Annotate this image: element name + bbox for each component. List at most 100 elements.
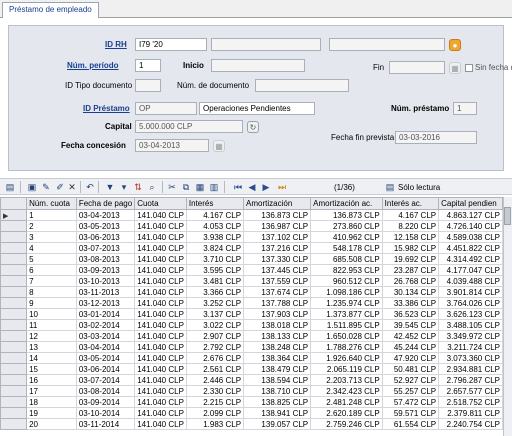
search-icon[interactable]: ● <box>449 39 461 51</box>
table-cell[interactable]: 47.920 CLP <box>381 352 440 364</box>
table-cell[interactable]: 52.927 CLP <box>381 374 440 386</box>
table-cell[interactable]: 4.451.822 CLP <box>438 242 503 254</box>
table-row[interactable]: 15 03-06-2014 141.040 CLP 2.561 CLP 138.479 … <box>0 363 503 375</box>
table-cell[interactable]: 2.379.811 CLP <box>438 407 503 419</box>
column-header[interactable]: Cuota <box>134 197 187 210</box>
table-cell[interactable]: 960.512 CLP <box>310 275 383 287</box>
num-periodo-label[interactable]: Núm. período <box>67 61 119 70</box>
table-cell[interactable]: 03-10-2014 <box>75 407 136 419</box>
table-cell[interactable]: 3.366 CLP <box>185 286 245 298</box>
table-cell[interactable]: 137.330 CLP <box>243 253 312 265</box>
table-cell[interactable]: 141.040 CLP <box>134 242 187 254</box>
table-row[interactable]: 13 03-04-2014 141.040 CLP 2.792 CLP 138.248 … <box>0 341 503 353</box>
table-cell[interactable]: 03-05-2014 <box>75 352 136 364</box>
table-row[interactable]: 9 03-12-2013 141.040 CLP 3.252 CLP 137.788 C… <box>0 297 503 309</box>
cut-icon[interactable]: ✂ <box>166 181 178 193</box>
table-cell[interactable]: 136.873 CLP <box>243 209 312 221</box>
table-cell[interactable]: 23.287 CLP <box>381 264 440 276</box>
table-cell[interactable]: 03-08-2013 <box>75 253 136 265</box>
row-indicator[interactable] <box>0 374 28 386</box>
row-indicator[interactable] <box>0 275 28 287</box>
table-cell[interactable]: 03-05-2013 <box>75 220 136 232</box>
table-row[interactable]: 8 03-11-2013 141.040 CLP 3.366 CLP 137.674 C… <box>0 286 503 298</box>
table-row[interactable]: 19 03-10-2014 141.040 CLP 2.099 CLP 138.941 … <box>0 407 503 419</box>
fecha-concesion-field[interactable]: 03-04-2013 <box>135 139 209 152</box>
table-cell[interactable]: 137.788 CLP <box>243 297 312 309</box>
table-cell[interactable]: 137.445 CLP <box>243 264 312 276</box>
table-cell[interactable]: 141.040 CLP <box>134 220 187 232</box>
table-cell[interactable]: 3.710 CLP <box>185 253 245 265</box>
table-row[interactable]: 7 03-10-2013 141.040 CLP 3.481 CLP 137.559 C… <box>0 275 503 287</box>
edit-row-icon[interactable]: ✐ <box>54 181 66 193</box>
table-cell[interactable]: 7 <box>26 275 77 287</box>
table-cell[interactable]: 03-10-2013 <box>75 275 136 287</box>
table-cell[interactable]: 03-04-2014 <box>75 341 136 353</box>
last-record-icon[interactable]: ⏭ <box>276 181 288 193</box>
table-cell[interactable]: 141.040 CLP <box>134 352 187 364</box>
undo-icon[interactable]: ↶ <box>84 181 96 193</box>
table-cell[interactable]: 273.860 CLP <box>310 220 383 232</box>
table-cell[interactable]: 19 <box>26 407 77 419</box>
first-record-icon[interactable]: ⏮ <box>232 181 244 193</box>
table-cell[interactable]: 141.040 CLP <box>134 209 187 221</box>
table-cell[interactable]: 57.472 CLP <box>381 396 440 408</box>
table-cell[interactable]: 2.561 CLP <box>185 363 245 375</box>
table-cell[interactable]: 14 <box>26 352 77 364</box>
table-cell[interactable]: 1.511.895 CLP <box>310 319 383 331</box>
table-cell[interactable]: 3.764.026 CLP <box>438 297 503 309</box>
table-cell[interactable]: 3.349.972 CLP <box>438 330 503 342</box>
table-cell[interactable]: 141.040 CLP <box>134 363 187 375</box>
column-header[interactable]: Interés ac. <box>381 197 440 210</box>
table-row[interactable]: 14 03-05-2014 141.040 CLP 2.676 CLP 138.364 … <box>0 352 503 364</box>
table-cell[interactable]: 03-03-2014 <box>75 330 136 342</box>
table-cell[interactable]: 1 <box>26 209 77 221</box>
table-cell[interactable]: 42.452 CLP <box>381 330 440 342</box>
id-rh-name-field[interactable] <box>211 38 321 51</box>
table-cell[interactable]: 3.488.105 CLP <box>438 319 503 331</box>
table-cell[interactable]: 2.203.713 CLP <box>310 374 383 386</box>
table-cell[interactable]: 1.788.276 CLP <box>310 341 383 353</box>
table-cell[interactable]: 138.479 CLP <box>243 363 312 375</box>
table-cell[interactable]: 2.215 CLP <box>185 396 245 408</box>
table-cell[interactable]: 3.595 CLP <box>185 264 245 276</box>
table-cell[interactable]: 45.244 CLP <box>381 341 440 353</box>
table-cell[interactable]: 03-09-2014 <box>75 396 136 408</box>
table-cell[interactable]: 138.594 CLP <box>243 374 312 386</box>
table-cell[interactable]: 50.481 CLP <box>381 363 440 375</box>
table-cell[interactable]: 3.481 CLP <box>185 275 245 287</box>
table-cell[interactable]: 11 <box>26 319 77 331</box>
table-cell[interactable]: 141.040 CLP <box>134 330 187 342</box>
table-cell[interactable]: 03-06-2014 <box>75 363 136 375</box>
table-row[interactable]: 17 03-08-2014 141.040 CLP 2.330 CLP 138.710 … <box>0 385 503 397</box>
vertical-scrollbar[interactable] <box>503 197 512 436</box>
table-cell[interactable]: 2.065.119 CLP <box>310 363 383 375</box>
table-cell[interactable]: 3.252 CLP <box>185 297 245 309</box>
capital-field[interactable]: 5.000.000 CLP <box>135 120 243 133</box>
table-cell[interactable]: 4.039.488 CLP <box>438 275 503 287</box>
table-cell[interactable]: 2.518.752 CLP <box>438 396 503 408</box>
num-doc-field[interactable] <box>255 79 349 92</box>
readonly-label[interactable]: Sólo lectura <box>398 183 440 192</box>
row-indicator[interactable]: ▶ <box>0 209 28 221</box>
table-cell[interactable]: 9 <box>26 297 77 309</box>
row-indicator[interactable] <box>0 220 28 232</box>
table-cell[interactable]: 1.235.974 CLP <box>310 297 383 309</box>
table-cell[interactable]: 4.053 CLP <box>185 220 245 232</box>
table-cell[interactable]: 16 <box>26 374 77 386</box>
table-cell[interactable]: 59.571 CLP <box>381 407 440 419</box>
table-cell[interactable]: 2.907 CLP <box>185 330 245 342</box>
row-indicator[interactable] <box>0 341 28 353</box>
table-cell[interactable]: 12 <box>26 330 77 342</box>
table-cell[interactable]: 141.040 CLP <box>134 407 187 419</box>
save-icon[interactable]: ▣ <box>26 181 38 193</box>
table-cell[interactable]: 3 <box>26 231 77 243</box>
table-row[interactable]: 5 03-08-2013 141.040 CLP 3.710 CLP 137.330 C… <box>0 253 503 265</box>
table-cell[interactable]: 2.620.189 CLP <box>310 407 383 419</box>
table-cell[interactable]: 141.040 CLP <box>134 385 187 397</box>
row-indicator[interactable] <box>0 330 28 342</box>
table-cell[interactable]: 3.073.360 CLP <box>438 352 503 364</box>
table-cell[interactable]: 2.099 CLP <box>185 407 245 419</box>
table-cell[interactable]: 2 <box>26 220 77 232</box>
table-cell[interactable]: 138.018 CLP <box>243 319 312 331</box>
table-cell[interactable]: 822.953 CLP <box>310 264 383 276</box>
